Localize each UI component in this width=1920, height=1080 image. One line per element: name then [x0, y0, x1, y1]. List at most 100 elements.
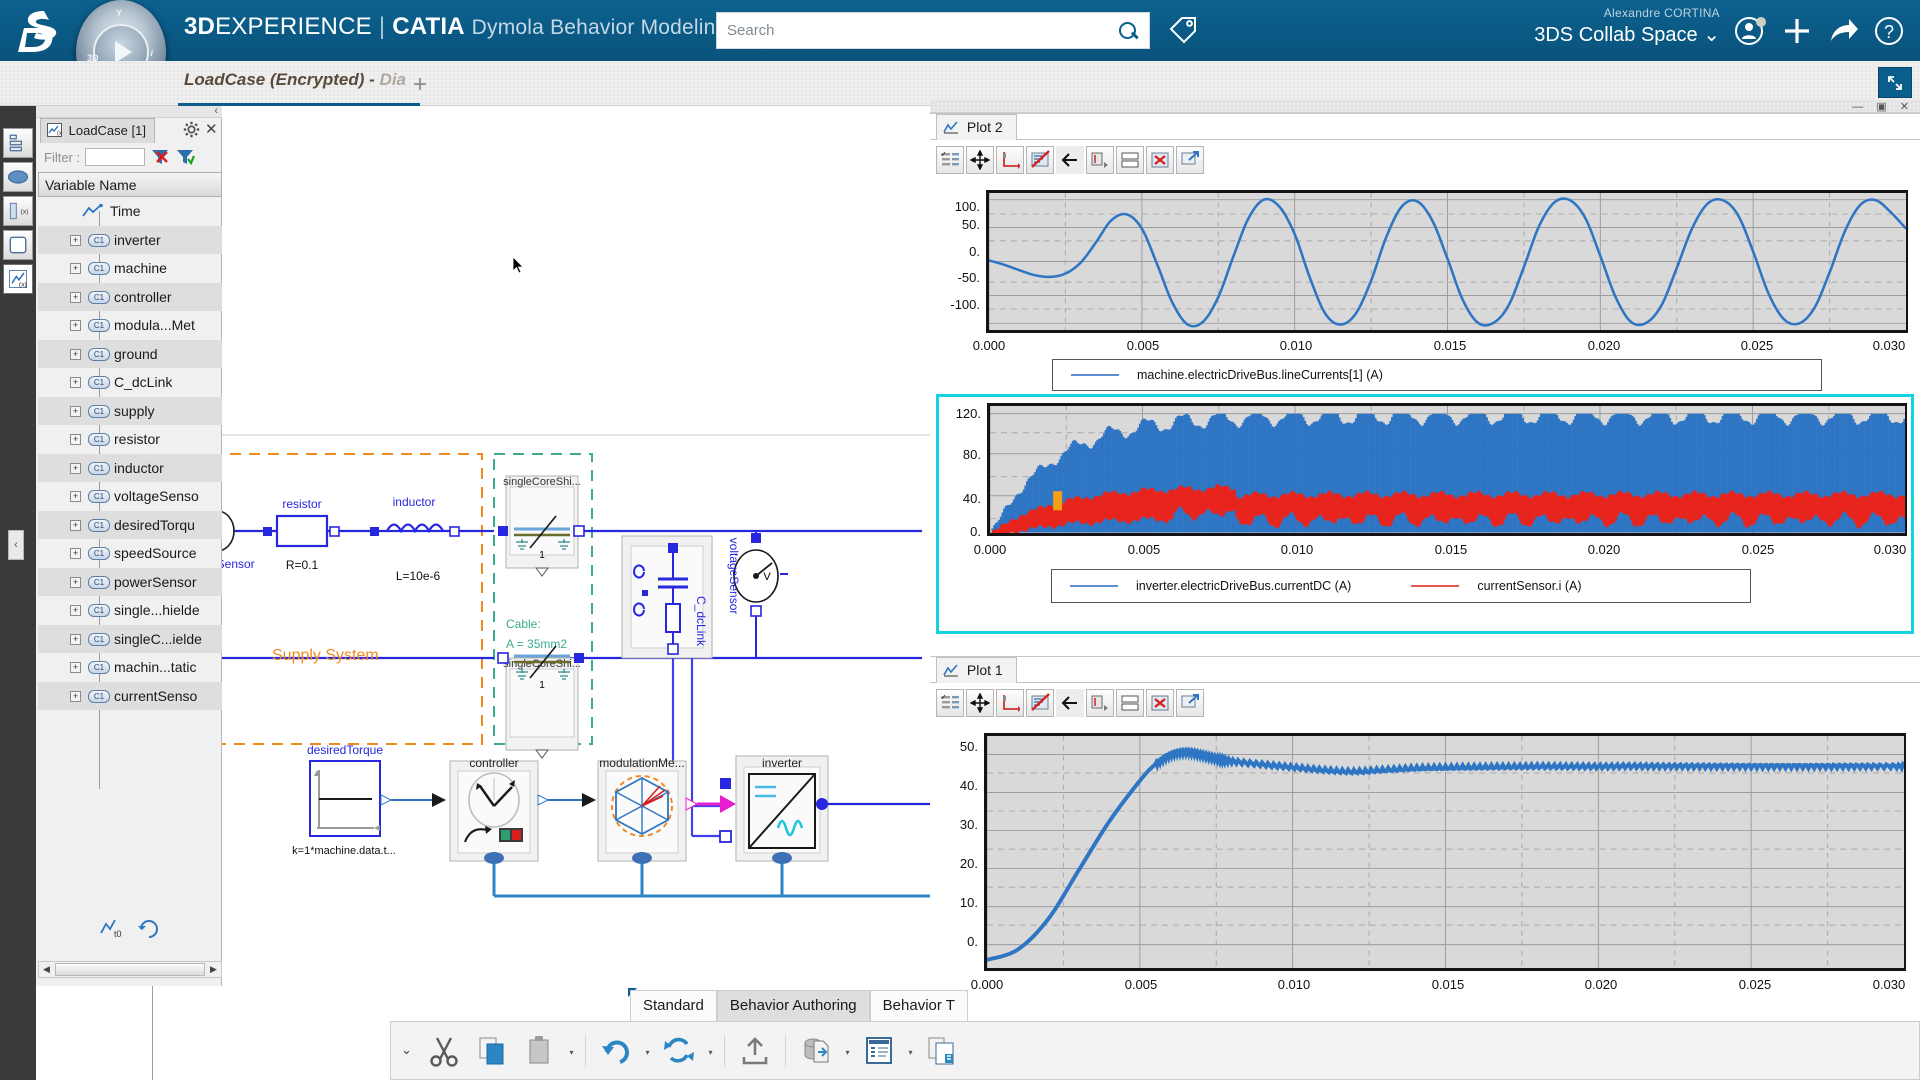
account-icon[interactable]: [1730, 10, 1772, 52]
tag-icon[interactable]: [1168, 15, 1198, 45]
plot-toolbar-no-grid[interactable]: [1026, 689, 1054, 717]
plot2-chart-a-plot-area[interactable]: [986, 190, 1908, 333]
action-export[interactable]: [732, 1030, 778, 1072]
plot2-chart-b-legend[interactable]: inverter.electricDriveBus.currentDC (A) …: [1051, 569, 1751, 603]
expand-toggle[interactable]: +: [70, 519, 81, 531]
section-tab-standard[interactable]: Standard: [630, 990, 717, 1021]
action-properties-dropdown[interactable]: ▾: [904, 1030, 917, 1072]
legend-item[interactable]: inverter.electricDriveBus.currentDC (A): [1052, 579, 1351, 593]
action-cut[interactable]: [421, 1030, 467, 1072]
plot-toolbar-rescale[interactable]: [1086, 146, 1114, 174]
expand-toggle[interactable]: +: [70, 377, 81, 388]
add-tab-button[interactable]: +: [413, 71, 427, 99]
variable-row-controller[interactable]: + C1 controller: [38, 282, 222, 311]
plot-toolbar-setup[interactable]: [936, 146, 964, 174]
filter-input[interactable]: [85, 148, 146, 166]
plot-toolbar-delete[interactable]: [1146, 146, 1174, 174]
expand-toggle[interactable]: +: [70, 462, 81, 474]
variable-row-modulaMet[interactable]: + C1 modula...Met: [38, 311, 222, 340]
plot-toolbar-detach[interactable]: [1176, 689, 1204, 717]
variable-row-machine[interactable]: + C1 machine: [38, 254, 222, 283]
plot-toolbar-axis[interactable]: [996, 146, 1024, 174]
variable-list[interactable]: Time + C1 inverter + C1 machine + C1 controller + C…: [38, 197, 222, 797]
search-bar[interactable]: [716, 12, 1150, 49]
plot2-chart-a[interactable]: 100. 50. 0. -50. -100. 0.000 0.005 0.010…: [936, 184, 1914, 374]
rail-button-structure-tree[interactable]: [3, 128, 33, 158]
expand-toggle[interactable]: +: [70, 320, 81, 331]
variable-row-voltageSenso[interactable]: + C1 voltageSenso: [38, 482, 222, 511]
variable-row-ground[interactable]: + C1 ground: [38, 339, 222, 368]
plot2-chart-b-plot-area[interactable]: [987, 403, 1907, 536]
expand-toggle[interactable]: +: [70, 348, 81, 360]
variable-row-singleCielde[interactable]: + C1 singleC...ielde: [38, 624, 222, 653]
expand-toggle[interactable]: +: [70, 548, 81, 559]
chevron-down-icon[interactable]: ⌄: [1703, 24, 1720, 46]
variable-browser-tab[interactable]: (x) LoadCase [1]: [40, 118, 155, 143]
action-copy[interactable]: [469, 1030, 515, 1072]
expand-toggle[interactable]: +: [70, 263, 81, 274]
plot2-chart-a-legend[interactable]: machine.electricDriveBus.lineCurrents[1]…: [1052, 359, 1822, 391]
action-paste-dropdown[interactable]: ▾: [565, 1030, 578, 1072]
plot-toolbar-axis[interactable]: [996, 689, 1024, 717]
behavior-diagram[interactable]: A currentSensor resistor R=0.1 inductor …: [222, 106, 930, 980]
action-update[interactable]: [656, 1030, 702, 1072]
variable-row-desiredTorqu[interactable]: + C1 desiredTorqu: [38, 510, 222, 539]
help-icon[interactable]: ?: [1868, 10, 1910, 52]
expand-toggle[interactable]: +: [70, 291, 81, 303]
plot-toolbar-delete[interactable]: [1146, 689, 1174, 717]
action-bar-collapse-icon[interactable]: ⌄: [401, 1042, 412, 1058]
plot-toolbar-back-arrow[interactable]: [1056, 146, 1084, 174]
user-info[interactable]: Alexandre CORTINA 3DS Collab Space ⌄: [1534, 6, 1720, 47]
time-variable-icon[interactable]: t0: [99, 917, 125, 939]
plot-toolbar-rescale[interactable]: [1086, 689, 1114, 717]
variable-row-machintatic[interactable]: + C1 machin...tatic: [38, 653, 222, 682]
action-properties[interactable]: [856, 1030, 902, 1072]
variable-row-inverter[interactable]: + C1 inverter: [38, 225, 222, 254]
expand-toggle[interactable]: +: [70, 662, 81, 673]
variable-row-inductor[interactable]: + C1 inductor: [38, 453, 222, 482]
variable-row-resistor[interactable]: + C1 resistor: [38, 425, 222, 454]
expand-toggle[interactable]: +: [70, 605, 81, 616]
expand-toggle[interactable]: +: [70, 491, 81, 502]
panel-collapse-handle[interactable]: ‹: [8, 530, 24, 560]
section-tab-behavior-t[interactable]: Behavior T: [869, 990, 968, 1021]
apply-filter-icon[interactable]: [175, 147, 196, 167]
expand-toggle[interactable]: +: [70, 633, 81, 645]
expand-toggle[interactable]: +: [70, 405, 81, 417]
variable-row-currentSenso[interactable]: + C1 currentSenso: [38, 681, 222, 710]
expand-toggle[interactable]: +: [70, 434, 81, 445]
variable-row-supply[interactable]: + C1 supply: [38, 396, 222, 425]
plot1-chart-a[interactable]: 50. 40. 30. 20. 10. 0. 0.000 0.005 0.010…: [936, 727, 1914, 1027]
plot-toolbar-back-arrow[interactable]: [1056, 689, 1084, 717]
legend-item[interactable]: machine.electricDriveBus.lineCurrents[1]…: [1053, 368, 1383, 382]
action-copy-paste-special[interactable]: [919, 1030, 965, 1072]
action-paste[interactable]: [517, 1030, 563, 1072]
close-icon[interactable]: ✕: [205, 120, 218, 138]
variable-row-CdcLink[interactable]: + C1 C_dcLink: [38, 368, 222, 397]
tab-loadcase[interactable]: LoadCase (Encrypted) - Dia: [178, 64, 421, 106]
legend-item[interactable]: currentSensor.i (A): [1393, 579, 1582, 593]
plot1-chart-a-plot-area[interactable]: [984, 733, 1906, 971]
search-input[interactable]: [717, 13, 1117, 48]
diagram-canvas[interactable]: A currentSensor resistor R=0.1 inductor …: [222, 106, 930, 980]
tab-plot1[interactable]: Plot 1: [936, 657, 1017, 683]
variable-row-singlehielde[interactable]: + C1 single...hielde: [38, 596, 222, 625]
expand-toggle[interactable]: +: [70, 576, 81, 588]
refresh-variables-icon[interactable]: [137, 917, 161, 939]
action-save-as-dropdown[interactable]: ▾: [841, 1030, 854, 1072]
plot-toolbar-pan-zoom[interactable]: [966, 146, 994, 174]
variable-name-column-header[interactable]: Variable Name: [38, 172, 222, 197]
clear-filter-icon[interactable]: [150, 147, 170, 167]
action-undo[interactable]: [593, 1030, 639, 1072]
dassault-systemes-logo[interactable]: [14, 8, 70, 54]
plot2-chart-b[interactable]: 120. 80. 40. 0. 0.000 0.005 0.010 0.015 …: [936, 394, 1914, 634]
variable-list-hscrollbar[interactable]: ◀ ▶: [38, 961, 222, 978]
variable-row-powerSensor[interactable]: + C1 powerSensor: [38, 567, 222, 596]
expand-toggle[interactable]: +: [70, 690, 81, 702]
gear-icon[interactable]: [183, 121, 200, 138]
scroll-right-arrow[interactable]: ▶: [206, 962, 221, 977]
tab-plot2[interactable]: Plot 2: [936, 114, 1017, 140]
collapse-panel-icon[interactable]: ‹: [214, 105, 218, 117]
variable-row-speedSource[interactable]: + C1 speedSource: [38, 539, 222, 568]
window-controls[interactable]: — ▣ ✕: [1852, 100, 1914, 113]
